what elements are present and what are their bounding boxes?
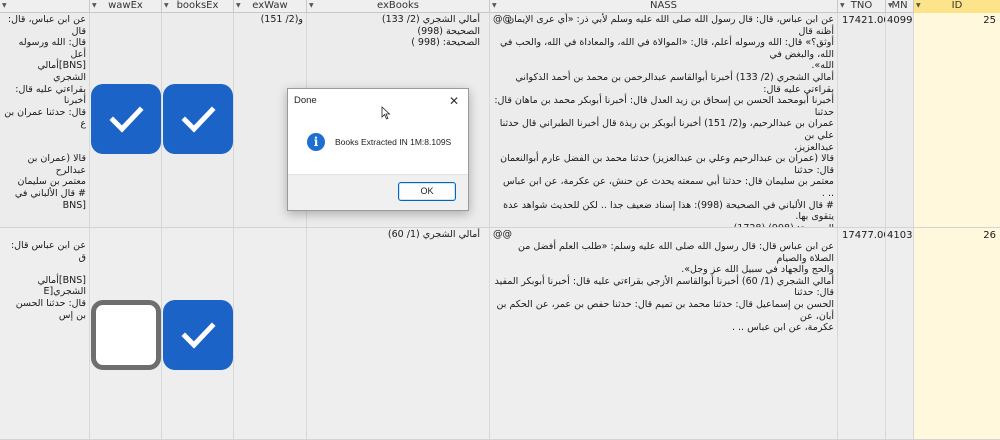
- header-exwaw[interactable]: ▼ exWaw: [234, 0, 307, 13]
- header-label: booksEx: [176, 0, 219, 11]
- mouse-pointer-icon: [381, 106, 391, 120]
- nass-text: عن ابن عباس قال: قال رسول الله صلى الله …: [494, 241, 834, 334]
- table-row[interactable]: عن ابن عباس قال: ق [BNS]أمالي الشجري[E ق…: [0, 228, 1000, 440]
- nass-cell[interactable]: @@ عن ابن عباس قال: قال رسول الله صلى ال…: [490, 228, 838, 439]
- chevron-down-icon[interactable]: ▼: [888, 0, 893, 12]
- nass-cell[interactable]: @@ عن ابن عباس، قال: قال رسول الله صلى ا…: [490, 13, 838, 227]
- header-wawex[interactable]: ▼ wawEx: [90, 0, 162, 13]
- chevron-down-icon[interactable]: ▼: [492, 0, 497, 12]
- dialog-title: Done: [294, 95, 317, 106]
- header-tno[interactable]: ▼ TNO: [838, 0, 886, 13]
- header-prev[interactable]: ▼: [0, 0, 90, 13]
- info-icon: i: [307, 133, 325, 151]
- header-mn[interactable]: ▼ MN: [886, 0, 914, 13]
- header-label: wawEx: [108, 0, 143, 11]
- header-nass[interactable]: ▼ NASS: [490, 0, 838, 13]
- id-cell[interactable]: 25: [914, 13, 1000, 227]
- chevron-down-icon[interactable]: ▼: [92, 0, 97, 12]
- checkmark-icon: [181, 322, 216, 349]
- exbooks-text: أمالي الشجري (2/ 133) الصحيحة (998) الصح…: [381, 14, 480, 49]
- mn-cell[interactable]: 41030: [886, 228, 914, 439]
- prev-column-cell[interactable]: عن ابن عباس، قال: قال قال: الله ورسوله أ…: [0, 13, 90, 227]
- header-booksex[interactable]: ▼ booksEx: [162, 0, 234, 13]
- checkbox-checked[interactable]: [163, 84, 233, 154]
- header-exbooks[interactable]: ▼ exBooks: [307, 0, 490, 13]
- done-dialog[interactable]: Done ✕ i Books Extracted IN 1M:8.109S OK: [287, 88, 469, 211]
- dialog-body: i Books Extracted IN 1M:8.109S: [288, 113, 468, 175]
- chevron-down-icon[interactable]: ▼: [309, 0, 314, 12]
- checkbox-checked[interactable]: [163, 300, 233, 370]
- header-label: TNO: [850, 0, 873, 11]
- id-cell[interactable]: 26: [914, 228, 1000, 439]
- chevron-down-icon[interactable]: ▼: [164, 0, 169, 12]
- tno-cell[interactable]: 17477.00: [838, 228, 886, 439]
- chevron-down-icon[interactable]: ▼: [916, 0, 921, 12]
- header-label: NASS: [649, 0, 678, 11]
- checkmark-icon: [181, 106, 216, 133]
- wawex-cell[interactable]: [90, 13, 162, 227]
- chevron-down-icon[interactable]: ▼: [2, 0, 7, 12]
- header-label: exWaw: [252, 0, 288, 11]
- nass-text: عن ابن عباس، قال: قال رسول الله صلى الله…: [494, 14, 834, 227]
- booksex-cell[interactable]: [162, 13, 234, 227]
- table-row[interactable]: عن ابن عباس، قال: قال قال: الله ورسوله أ…: [0, 13, 1000, 228]
- dialog-footer: OK: [288, 174, 468, 210]
- prev-column-cell[interactable]: عن ابن عباس قال: ق [BNS]أمالي الشجري[E ق…: [0, 228, 90, 439]
- exwaw-cell[interactable]: [234, 228, 307, 439]
- ok-button[interactable]: OK: [398, 182, 456, 201]
- booksex-cell[interactable]: [162, 228, 234, 439]
- checkbox-unchecked[interactable]: [91, 300, 161, 370]
- mn-cell[interactable]: 40992: [886, 13, 914, 227]
- header-label: MN: [891, 0, 908, 11]
- exbooks-text: أمالي الشجري (1/ 60): [387, 229, 480, 240]
- close-icon[interactable]: ✕: [446, 93, 462, 109]
- exbooks-cell[interactable]: أمالي الشجري (1/ 60): [307, 228, 490, 439]
- wawex-cell[interactable]: [90, 228, 162, 439]
- checkbox-checked[interactable]: [91, 84, 161, 154]
- chevron-down-icon[interactable]: ▼: [236, 0, 241, 12]
- datasheet-grid: ▼ ▼ wawEx ▼ booksEx ▼ exWaw ▼ exBooks ▼ …: [0, 0, 1000, 440]
- header-id[interactable]: ▼ ID: [914, 0, 1000, 13]
- chevron-down-icon[interactable]: ▼: [840, 0, 845, 12]
- checkmark-icon: [109, 106, 144, 133]
- dialog-message: Books Extracted IN 1M:8.109S: [335, 137, 452, 147]
- column-header-row: ▼ ▼ wawEx ▼ booksEx ▼ exWaw ▼ exBooks ▼ …: [0, 0, 1000, 13]
- header-label: ID: [951, 0, 963, 11]
- tno-cell[interactable]: 17421.00: [838, 13, 886, 227]
- header-label: exBooks: [377, 0, 419, 11]
